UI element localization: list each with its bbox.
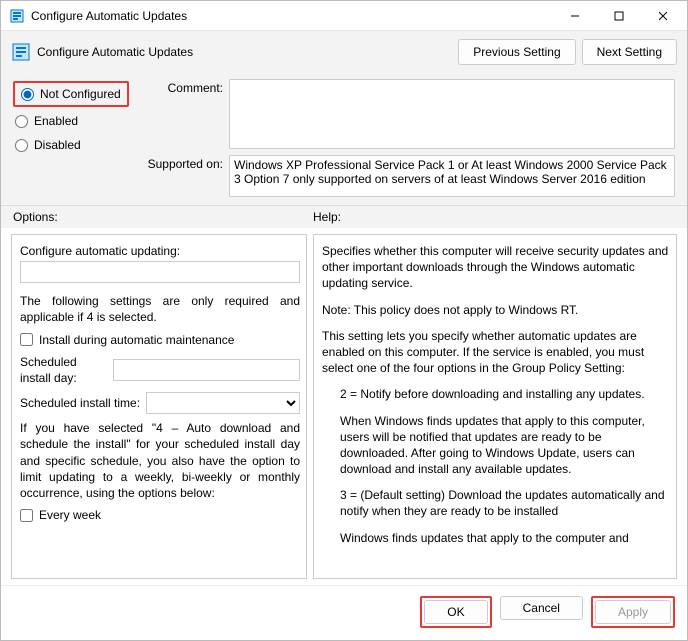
options-panel: Configure automatic updating: The follow… [11,234,307,579]
options-heading: Options: [13,210,313,224]
titlebar: Configure Automatic Updates [1,1,687,31]
config-area: Not Configured Enabled Disabled Comment:… [1,73,687,205]
fields-column: Comment: Supported on: Windows XP Profes… [143,79,675,197]
help-p4: 2 = Notify before downloading and instal… [340,386,670,402]
options-paragraph: If you have selected "4 – Auto download … [20,420,300,501]
help-p5: When Windows finds updates that apply to… [340,413,670,478]
install-maintenance-label: Install during automatic maintenance [39,332,234,348]
every-week-label: Every week [39,507,101,523]
configure-updating-block: Configure automatic updating: [20,243,300,283]
radio-not-configured[interactable]: Not Configured [21,87,121,101]
cancel-button[interactable]: Cancel [500,596,583,620]
close-button[interactable] [641,1,685,30]
help-p7: Windows finds updates that apply to the … [340,530,670,546]
previous-setting-button[interactable]: Previous Setting [458,39,575,65]
radio-enabled[interactable]: Enabled [13,109,143,133]
policy-icon [11,42,31,62]
apply-highlight: Apply [591,596,675,628]
maximize-button[interactable] [597,1,641,30]
radio-disabled-input[interactable] [15,139,28,152]
radio-enabled-label: Enabled [34,114,78,128]
comment-textarea[interactable] [229,79,675,149]
radio-disabled-label: Disabled [34,138,81,152]
footer: OK Cancel Apply [1,585,687,640]
panels: Configure automatic updating: The follow… [1,228,687,585]
radio-enabled-input[interactable] [15,115,28,128]
scheduled-day-row: Scheduled install day: [20,354,300,386]
comment-label: Comment: [143,79,229,95]
not-configured-highlight: Not Configured [13,81,129,107]
scheduled-time-select[interactable] [146,392,300,414]
configure-updating-select[interactable] [20,261,300,283]
install-maintenance-checkbox-row[interactable]: Install during automatic maintenance [20,332,300,348]
minimize-button[interactable] [553,1,597,30]
options-note: The following settings are only required… [20,293,300,325]
install-maintenance-checkbox[interactable] [20,333,33,346]
help-panel: Specifies whether this computer will rec… [313,234,677,579]
supported-text: Windows XP Professional Service Pack 1 o… [229,155,675,197]
next-setting-button[interactable]: Next Setting [582,39,677,65]
state-radio-group: Not Configured Enabled Disabled [13,79,143,197]
ok-button[interactable]: OK [424,600,487,624]
help-p2: Note: This policy does not apply to Wind… [322,302,670,318]
comment-row: Comment: [143,79,675,149]
radio-not-configured-label: Not Configured [40,87,121,101]
policy-icon [9,8,25,24]
radio-not-configured-input[interactable] [21,88,34,101]
window-title: Configure Automatic Updates [31,9,553,23]
scheduled-day-input[interactable] [113,359,300,381]
apply-button[interactable]: Apply [595,600,671,624]
every-week-checkbox[interactable] [20,509,33,522]
scheduled-time-row: Scheduled install time: [20,392,300,414]
scheduled-day-label: Scheduled install day: [20,354,107,386]
help-p3: This setting lets you specify whether au… [322,328,670,377]
scheduled-time-label: Scheduled install time: [20,395,140,411]
help-p6: 3 = (Default setting) Download the updat… [340,487,670,519]
header-row: Configure Automatic Updates Previous Set… [1,31,687,73]
every-week-checkbox-row[interactable]: Every week [20,507,300,523]
supported-label: Supported on: [143,155,229,171]
section-labels: Options: Help: [1,205,687,228]
window: Configure Automatic Updates Configure Au… [0,0,688,641]
supported-row: Supported on: Windows XP Professional Se… [143,155,675,197]
ok-highlight: OK [420,596,491,628]
header-title: Configure Automatic Updates [37,45,452,59]
radio-disabled[interactable]: Disabled [13,133,143,157]
window-controls [553,1,685,30]
configure-updating-label: Configure automatic updating: [20,243,300,259]
help-heading: Help: [313,210,341,224]
help-p1: Specifies whether this computer will rec… [322,243,670,292]
